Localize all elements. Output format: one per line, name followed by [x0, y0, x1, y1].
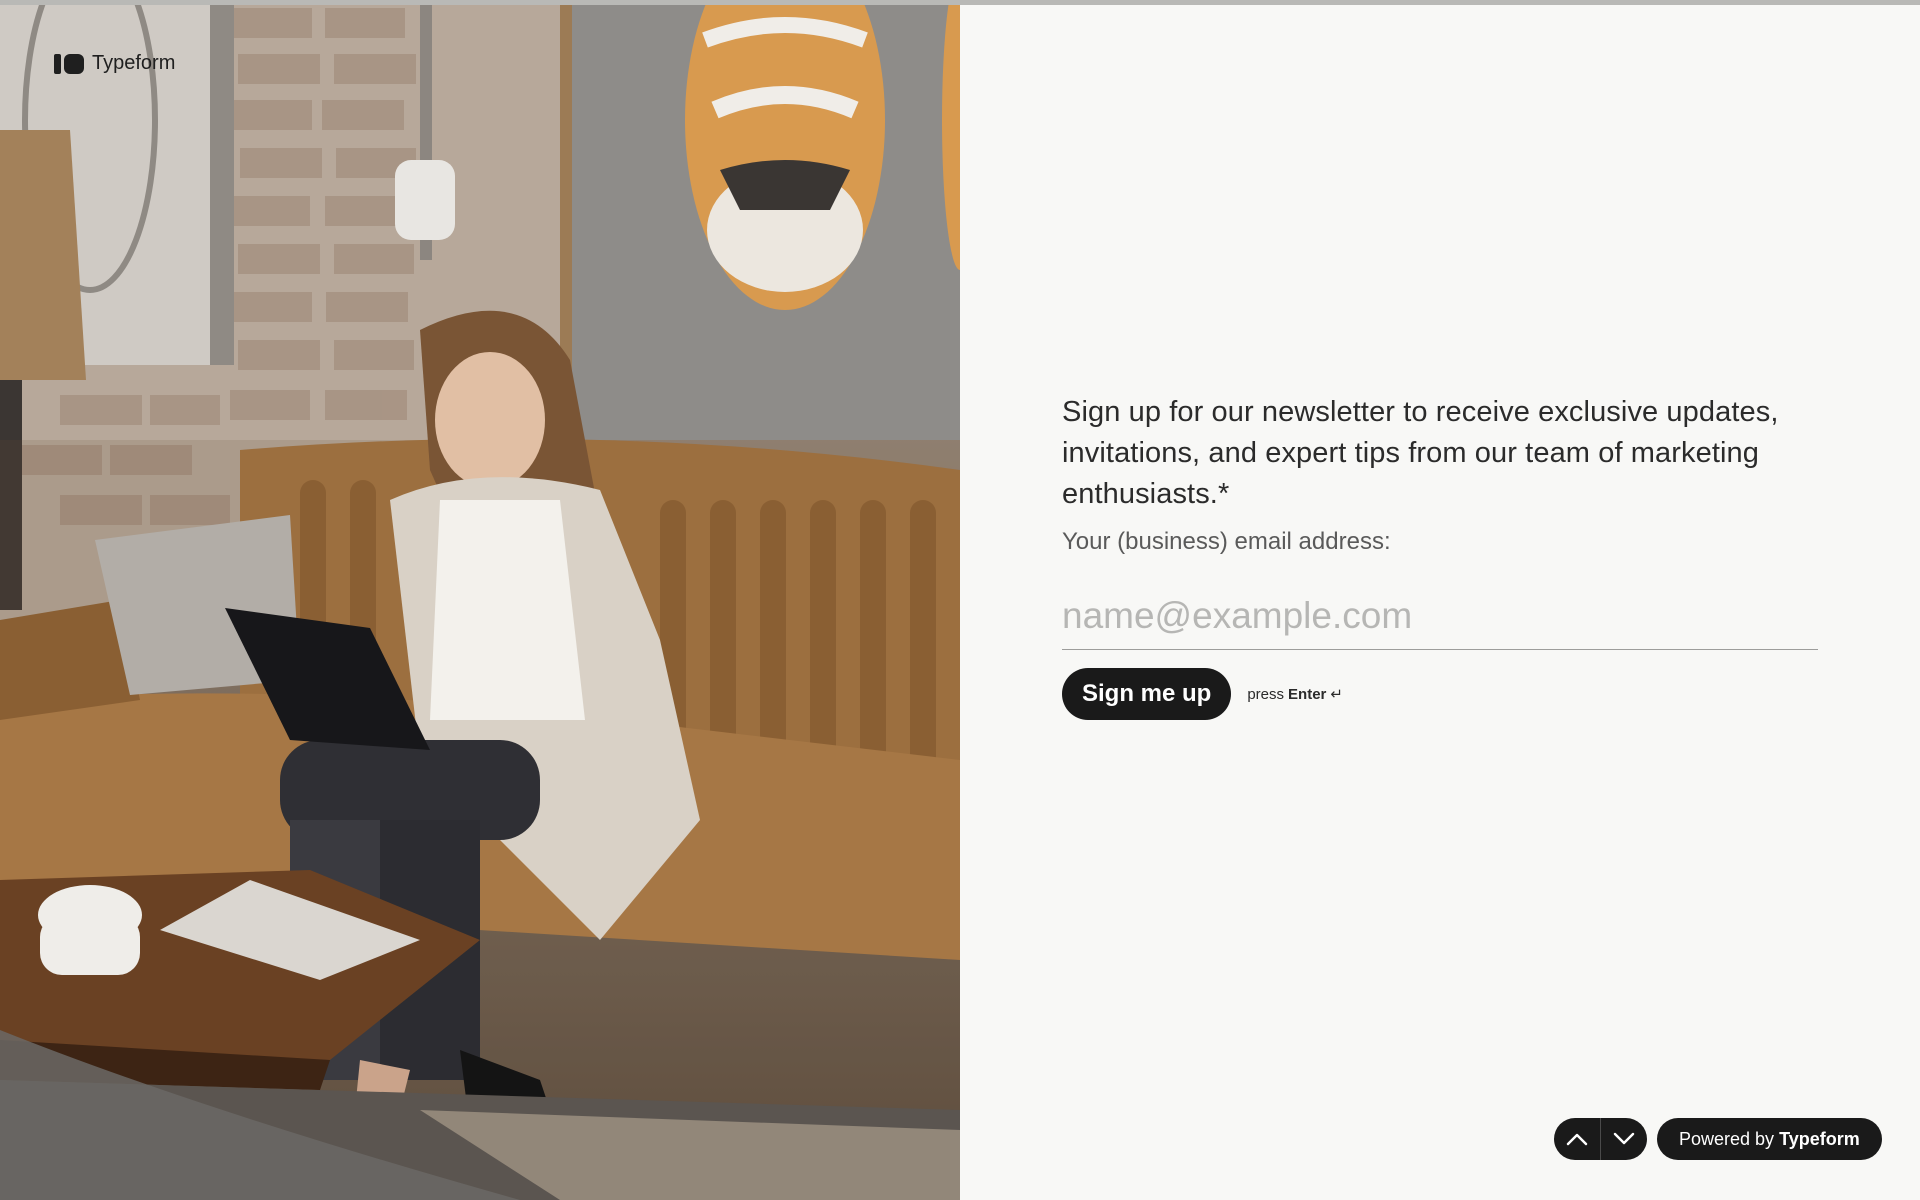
- newsletter-form: Sign up for our newsletter to receive ex…: [1062, 392, 1818, 720]
- hint-prefix: press: [1247, 685, 1285, 703]
- brand-logo[interactable]: Typeform: [54, 52, 175, 75]
- previous-question-button[interactable]: [1554, 1118, 1600, 1160]
- form-actions: Sign me up press Enter ↵: [1062, 668, 1818, 720]
- enter-return-icon: ↵: [1330, 686, 1343, 703]
- question-title: Sign up for our newsletter to receive ex…: [1062, 396, 1779, 510]
- progress-fill: [0, 0, 1920, 5]
- powered-by-prefix: Powered by: [1679, 1128, 1775, 1149]
- chevron-up-icon: [1566, 1133, 1588, 1146]
- question-description: Your (business) email address:: [1062, 528, 1391, 555]
- powered-by-brand: Typeform: [1779, 1128, 1860, 1149]
- cover-photo: Typeform: [0, 0, 960, 1200]
- hint-key: Enter: [1288, 685, 1327, 703]
- typeform-page: Typeform Sign up for our newsletter to r…: [0, 0, 1920, 1200]
- powered-by-typeform-badge[interactable]: Powered by Typeform: [1657, 1118, 1882, 1160]
- sign-me-up-button[interactable]: Sign me up: [1062, 668, 1232, 720]
- next-question-button[interactable]: [1600, 1118, 1647, 1160]
- chevron-down-icon: [1613, 1132, 1635, 1145]
- progress-bar: [0, 0, 1920, 5]
- question-navigation: [1554, 1118, 1647, 1160]
- typeform-logo-icon: [54, 53, 84, 74]
- email-input[interactable]: [1062, 593, 1818, 639]
- email-field-wrapper: [1062, 593, 1818, 650]
- brand-name: Typeform: [92, 52, 176, 74]
- keyboard-hint: press Enter ↵: [1247, 685, 1343, 704]
- cover-photo-illustration: [0, 0, 960, 1200]
